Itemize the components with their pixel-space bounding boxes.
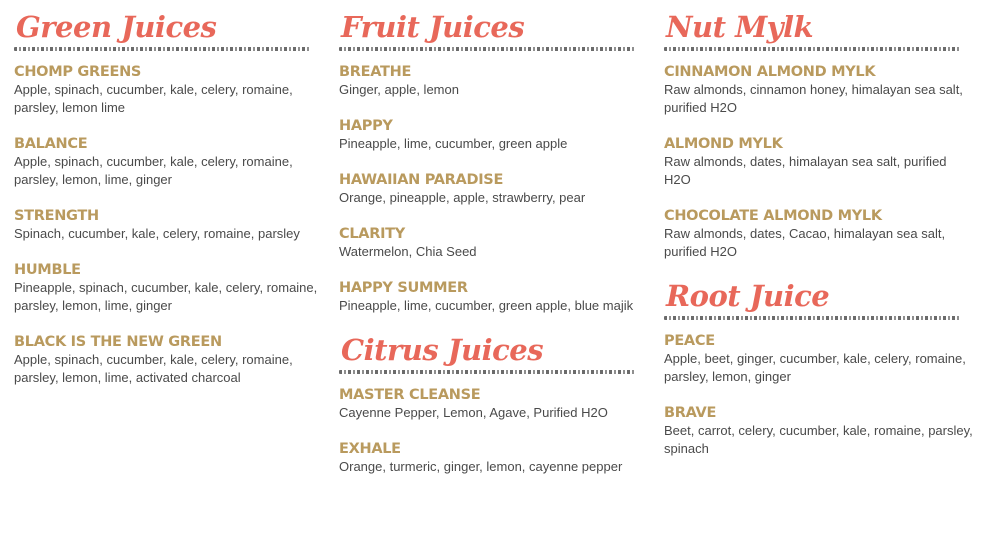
menu-item: BREATHE Ginger, apple, lemon	[339, 63, 649, 99]
menu-column-1: Green Juices CHOMP GREENS Apple, spinach…	[14, 10, 324, 405]
menu-item: BALANCE Apple, spinach, cucumber, kale, …	[14, 135, 324, 189]
menu-item: CLARITY Watermelon, Chia Seed	[339, 225, 649, 261]
menu-column-2: Fruit Juices BREATHE Ginger, apple, lemo…	[339, 10, 649, 494]
section-divider	[339, 370, 635, 374]
item-name: BALANCE	[14, 136, 88, 152]
section-title: Citrus Juices	[341, 333, 544, 367]
item-name: BRAVE	[664, 405, 717, 421]
item-description: Pineapple, lime, cucumber, green apple, …	[339, 298, 634, 313]
menu-item: PEACE Apple, beet, ginger, cucumber, kal…	[664, 332, 974, 386]
item-description: Spinach, cucumber, kale, celery, romaine…	[14, 226, 300, 241]
item-name: CHOMP GREENS	[14, 64, 142, 80]
menu-item: MASTER CLEANSE Cayenne Pepper, Lemon, Ag…	[339, 386, 649, 422]
section-title: Fruit Juices	[341, 10, 525, 44]
section-divider	[339, 47, 635, 51]
section-title: Green Juices	[16, 10, 217, 44]
item-description: Apple, spinach, cucumber, kale, celery, …	[14, 82, 293, 115]
section-nut-mylk: Nut Mylk CINNAMON ALMOND MYLK Raw almond…	[664, 10, 974, 261]
item-name: MASTER CLEANSE	[339, 387, 481, 403]
item-description: Apple, spinach, cucumber, kale, celery, …	[14, 352, 293, 385]
menu-item: BLACK IS THE NEW GREEN Apple, spinach, c…	[14, 333, 324, 387]
item-description: Orange, turmeric, ginger, lemon, cayenne…	[339, 459, 623, 474]
item-description: Apple, spinach, cucumber, kale, celery, …	[14, 154, 293, 187]
item-description: Raw almonds, cinnamon honey, himalayan s…	[664, 82, 963, 115]
item-name: CINNAMON ALMOND MYLK	[664, 64, 876, 80]
item-description: Cayenne Pepper, Lemon, Agave, Purified H…	[339, 405, 608, 420]
item-name: BREATHE	[339, 64, 412, 80]
item-description: Apple, beet, ginger, cucumber, kale, cel…	[664, 351, 966, 384]
menu-item: EXHALE Orange, turmeric, ginger, lemon, …	[339, 440, 649, 476]
item-name: CHOCOLATE ALMOND MYLK	[664, 208, 882, 224]
section-divider	[664, 47, 960, 51]
item-description: Watermelon, Chia Seed	[339, 244, 477, 259]
menu-item: BRAVE Beet, carrot, celery, cucumber, ka…	[664, 404, 974, 458]
item-name: HAPPY	[339, 118, 393, 134]
section-green-juices: Green Juices CHOMP GREENS Apple, spinach…	[14, 10, 324, 387]
menu-item: CHOMP GREENS Apple, spinach, cucumber, k…	[14, 63, 324, 117]
section-divider	[664, 316, 960, 320]
item-name: PEACE	[664, 333, 715, 349]
menu-item: HAPPY SUMMER Pineapple, lime, cucumber, …	[339, 279, 649, 315]
menu-column-3: Nut Mylk CINNAMON ALMOND MYLK Raw almond…	[664, 10, 974, 476]
menu-item: ALMOND MYLK Raw almonds, dates, himalaya…	[664, 135, 974, 189]
item-description: Ginger, apple, lemon	[339, 82, 459, 97]
item-description: Pineapple, spinach, cucumber, kale, cele…	[14, 280, 318, 313]
item-name: EXHALE	[339, 441, 401, 457]
item-name: STRENGTH	[14, 208, 99, 224]
section-citrus-juices: Citrus Juices MASTER CLEANSE Cayenne Pep…	[339, 333, 649, 476]
item-name: ALMOND MYLK	[664, 136, 783, 152]
item-name: BLACK IS THE NEW GREEN	[14, 334, 222, 350]
menu-item: CHOCOLATE ALMOND MYLK Raw almonds, dates…	[664, 207, 974, 261]
item-name: HAWAIIAN PARADISE	[339, 172, 504, 188]
item-name: CLARITY	[339, 226, 405, 242]
item-description: Orange, pineapple, apple, strawberry, pe…	[339, 190, 586, 205]
item-description: Raw almonds, dates, Cacao, himalayan sea…	[664, 226, 946, 259]
section-title: Root Juice	[666, 279, 830, 313]
menu-item: HUMBLE Pineapple, spinach, cucumber, kal…	[14, 261, 324, 315]
item-name: HAPPY SUMMER	[339, 280, 468, 296]
menu-item: STRENGTH Spinach, cucumber, kale, celery…	[14, 207, 324, 243]
menu-item: CINNAMON ALMOND MYLK Raw almonds, cinnam…	[664, 63, 974, 117]
menu-item: HAWAIIAN PARADISE Orange, pineapple, app…	[339, 171, 649, 207]
section-divider	[14, 47, 310, 51]
section-title: Nut Mylk	[666, 10, 814, 44]
item-description: Beet, carrot, celery, cucumber, kale, ro…	[664, 423, 973, 456]
section-root-juice: Root Juice PEACE Apple, beet, ginger, cu…	[664, 279, 974, 458]
item-name: HUMBLE	[14, 262, 81, 278]
item-description: Raw almonds, dates, himalayan sea salt, …	[664, 154, 947, 187]
item-description: Pineapple, lime, cucumber, green apple	[339, 136, 568, 151]
section-fruit-juices: Fruit Juices BREATHE Ginger, apple, lemo…	[339, 10, 649, 315]
menu-item: HAPPY Pineapple, lime, cucumber, green a…	[339, 117, 649, 153]
